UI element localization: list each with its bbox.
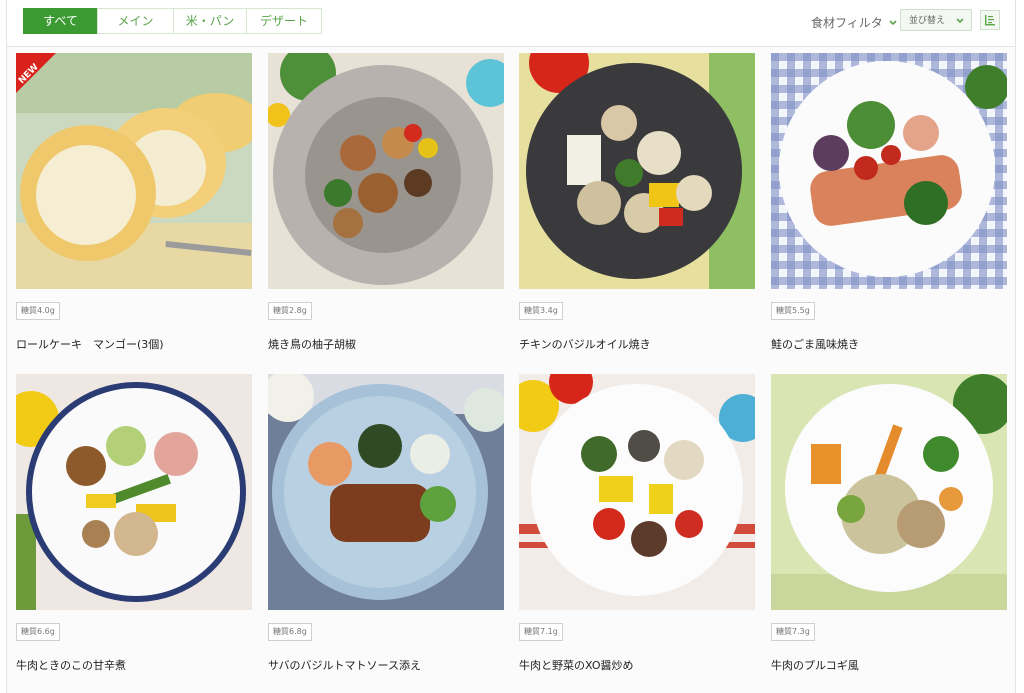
product-name: 鮭のごま風味焼き (771, 338, 859, 351)
product-name: 牛肉のプルコギ風 (771, 659, 859, 672)
chevron-down-icon (956, 18, 964, 24)
product-card-salmon[interactable]: 糖質5.5g 鮭のごま風味焼き (771, 53, 1007, 351)
sort-dropdown[interactable]: 並び替え (900, 9, 972, 31)
product-panel: すべて メイン 米・パン デザート 食材フィルタ 並び替え NEW 糖質4.0g… (6, 0, 1016, 693)
product-image (16, 374, 252, 610)
product-image (771, 374, 1007, 610)
toolbar: すべて メイン 米・パン デザート 食材フィルタ 並び替え (7, 0, 1015, 47)
product-card-bulgogi[interactable]: 糖質7.3g 牛肉のプルコギ風 (771, 374, 1007, 672)
carb-label: 糖質5.5g (771, 302, 815, 320)
product-image (268, 374, 504, 610)
product-name: サバのバジルトマトソース添え (268, 659, 422, 672)
carb-label: 糖質2.8g (268, 302, 312, 320)
carb-label: 糖質7.1g (519, 623, 563, 641)
ingredient-filter[interactable]: 食材フィルタ (811, 14, 897, 31)
carb-label: 糖質6.8g (268, 623, 312, 641)
chevron-down-icon (889, 19, 897, 25)
product-card-beef-xo[interactable]: 糖質7.1g 牛肉と野菜のXO醤炒め (519, 374, 755, 672)
tab-all[interactable]: すべて (23, 8, 98, 34)
carb-label: 糖質6.6g (16, 623, 60, 641)
product-image (519, 53, 755, 289)
product-name: ロールケーキ マンゴー(3個) (16, 338, 164, 351)
product-card-beef-mushroom[interactable]: 糖質6.6g 牛肉ときのこの甘辛煮 (16, 374, 252, 672)
carb-label: 糖質4.0g (16, 302, 60, 320)
sort-label: 並び替え (909, 16, 946, 26)
product-card-yakitori[interactable]: 糖質2.8g 焼き鳥の柚子胡椒 (268, 53, 504, 351)
tab-main[interactable]: メイン (97, 8, 174, 34)
list-icon (985, 15, 995, 26)
product-name: 牛肉ときのこの甘辛煮 (16, 659, 126, 672)
new-badge: NEW (16, 53, 56, 93)
product-image (771, 53, 1007, 289)
category-tabs: すべて メイン 米・パン デザート (23, 8, 322, 34)
product-card-saba[interactable]: 糖質6.8g サバのバジルトマトソース添え (268, 374, 504, 672)
product-image (519, 374, 755, 610)
tab-dessert[interactable]: デザート (246, 8, 322, 34)
product-image (268, 53, 504, 289)
product-name: 牛肉と野菜のXO醤炒め (519, 659, 634, 672)
carb-label: 糖質7.3g (771, 623, 815, 641)
tab-rice-bread[interactable]: 米・パン (173, 8, 247, 34)
list-view-button[interactable] (980, 10, 1000, 30)
filter-label: 食材フィルタ (811, 16, 883, 30)
product-card-roll-cake[interactable]: NEW 糖質4.0g ロールケーキ マンゴー(3個) (16, 53, 252, 351)
product-image: NEW (16, 53, 252, 289)
carb-label: 糖質3.4g (519, 302, 563, 320)
product-card-basil-chicken[interactable]: 糖質3.4g チキンのバジルオイル焼き (519, 53, 755, 351)
product-name: チキンのバジルオイル焼き (519, 338, 651, 351)
product-name: 焼き鳥の柚子胡椒 (268, 338, 356, 351)
